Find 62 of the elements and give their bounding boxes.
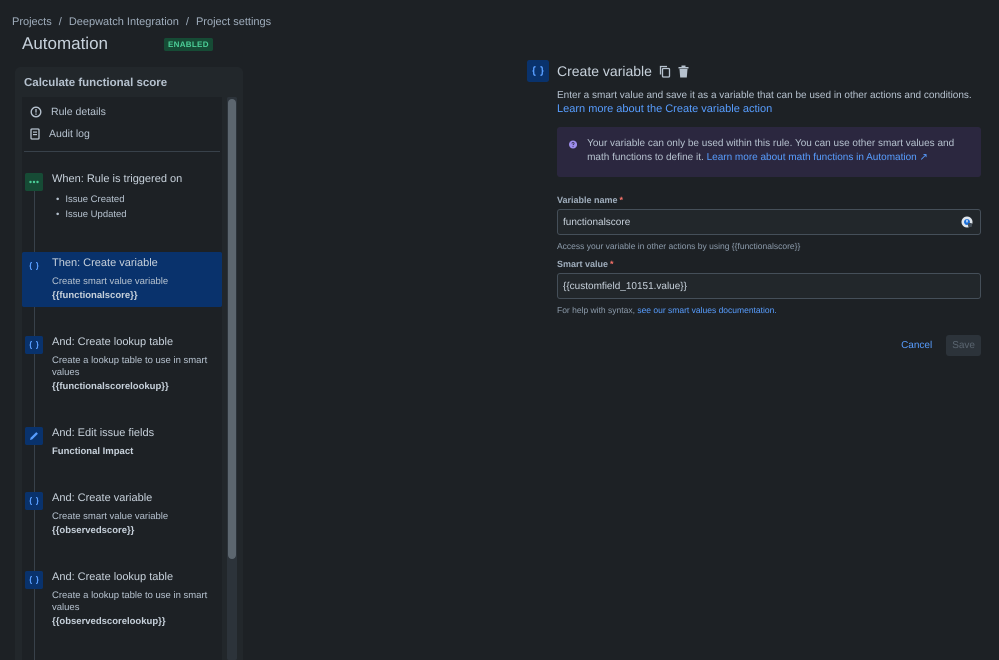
rule-name: Calculate functional score bbox=[23, 76, 168, 91]
scrollbar[interactable] bbox=[227, 97, 237, 660]
input-field[interactable]: {{customfield_10151.value}} bbox=[557, 273, 981, 299]
step-value: {{observedscore}} bbox=[52, 525, 136, 536]
breadcrumb-link[interactable]: Project settings bbox=[196, 16, 272, 28]
sidebar-nav-item[interactable]: Audit log bbox=[22, 123, 222, 145]
trigger-event: Issue Created bbox=[65, 193, 124, 207]
step-description: Create smart value variable bbox=[52, 276, 168, 288]
breadcrumb-link[interactable]: Deepwatch Integration bbox=[68, 16, 179, 28]
info-text: Your variable can only be used within this rule. You can use other smart values and math functions to define it. Learn more about math functions in Automation ↗ bbox=[587, 137, 956, 165]
page-title: Automation bbox=[22, 34, 108, 54]
cancel-button[interactable]: Cancel bbox=[895, 335, 938, 356]
step-value: {{functionalscorelookup}} bbox=[52, 381, 170, 392]
braces-icon bbox=[25, 492, 43, 510]
password-manager-icon bbox=[961, 216, 973, 228]
sidebar-nav-item[interactable]: Rule details bbox=[22, 101, 222, 123]
braces-icon bbox=[527, 60, 549, 82]
breadcrumb-separator: / bbox=[186, 16, 189, 28]
documentation-link[interactable]: see our smart values documentation. bbox=[637, 305, 777, 315]
helper-text: For help with syntax, see our smart values documentation. bbox=[557, 305, 778, 315]
action-description: Enter a smart value and save it as a variable that can be used in other actions and conditions. bbox=[557, 89, 973, 103]
helper-text: Access your variable in other actions by using {{functionalscore}} bbox=[557, 241, 802, 251]
step-description: Create a lookup table to use in smart values bbox=[52, 355, 208, 379]
breadcrumb-link[interactable]: Projects bbox=[12, 16, 52, 28]
document-icon bbox=[30, 128, 40, 140]
required-mark: * bbox=[620, 195, 624, 205]
rule-step[interactable]: And: Create lookup table Create a lookup table to use in smart values {{functionalscorelookup}} bbox=[22, 331, 222, 422]
bullet: • bbox=[56, 208, 60, 222]
rule-step[interactable]: And: Create variable Create smart value variable {{observedscore}} bbox=[22, 487, 222, 566]
step-title: Then: Create variable bbox=[52, 257, 159, 269]
bullet: • bbox=[56, 193, 60, 207]
step-title: And: Edit issue fields bbox=[52, 427, 154, 439]
step-value: {{observedscorelookup}} bbox=[52, 616, 167, 627]
step-title: And: Create lookup table bbox=[52, 571, 174, 583]
step-title: When: Rule is triggered on bbox=[52, 173, 182, 185]
step-value: {{functionalscore}} bbox=[52, 290, 139, 301]
status-lozenge: ENABLED bbox=[164, 38, 213, 50]
dots-icon bbox=[25, 173, 43, 191]
trash-icon bbox=[678, 64, 689, 78]
copy-icon bbox=[658, 64, 671, 78]
info-icon bbox=[30, 106, 42, 118]
step-title: And: Create lookup table bbox=[52, 336, 174, 348]
rule-step[interactable]: Then: Create variable Create smart value variable {{functionalscore}} bbox=[22, 252, 222, 307]
rule-step[interactable]: And: Create lookup table Create a lookup table to use in smart values {{observedscorelookup}} bbox=[22, 566, 222, 657]
required-mark: * bbox=[610, 259, 614, 269]
field-label: Smart value bbox=[557, 259, 608, 269]
rule-step[interactable]: When: Rule is triggered on • Issue Created • Issue Updated bbox=[22, 168, 222, 252]
action-title: Create variable bbox=[557, 63, 652, 79]
step-description: Create smart value variable bbox=[52, 511, 168, 523]
trigger-event: Issue Updated bbox=[65, 208, 127, 222]
field-label: Variable name bbox=[557, 195, 618, 205]
pencil-icon bbox=[25, 427, 43, 445]
breadcrumb-separator: / bbox=[58, 16, 62, 28]
braces-icon bbox=[25, 336, 43, 354]
input-field[interactable]: functionalscore bbox=[557, 209, 981, 235]
step-value: Functional Impact bbox=[52, 446, 134, 457]
learn-more-link[interactable]: Learn more about the Create variable action bbox=[557, 103, 981, 115]
braces-icon bbox=[25, 571, 43, 589]
rule-step[interactable]: And: Edit issue fields Functional Impact bbox=[22, 422, 222, 487]
step-description: Create a lookup table to use in smart values bbox=[52, 590, 208, 614]
step-title: And: Create variable bbox=[52, 492, 154, 504]
math-functions-link[interactable]: Learn more about math functions in Automation ↗ bbox=[706, 152, 928, 163]
